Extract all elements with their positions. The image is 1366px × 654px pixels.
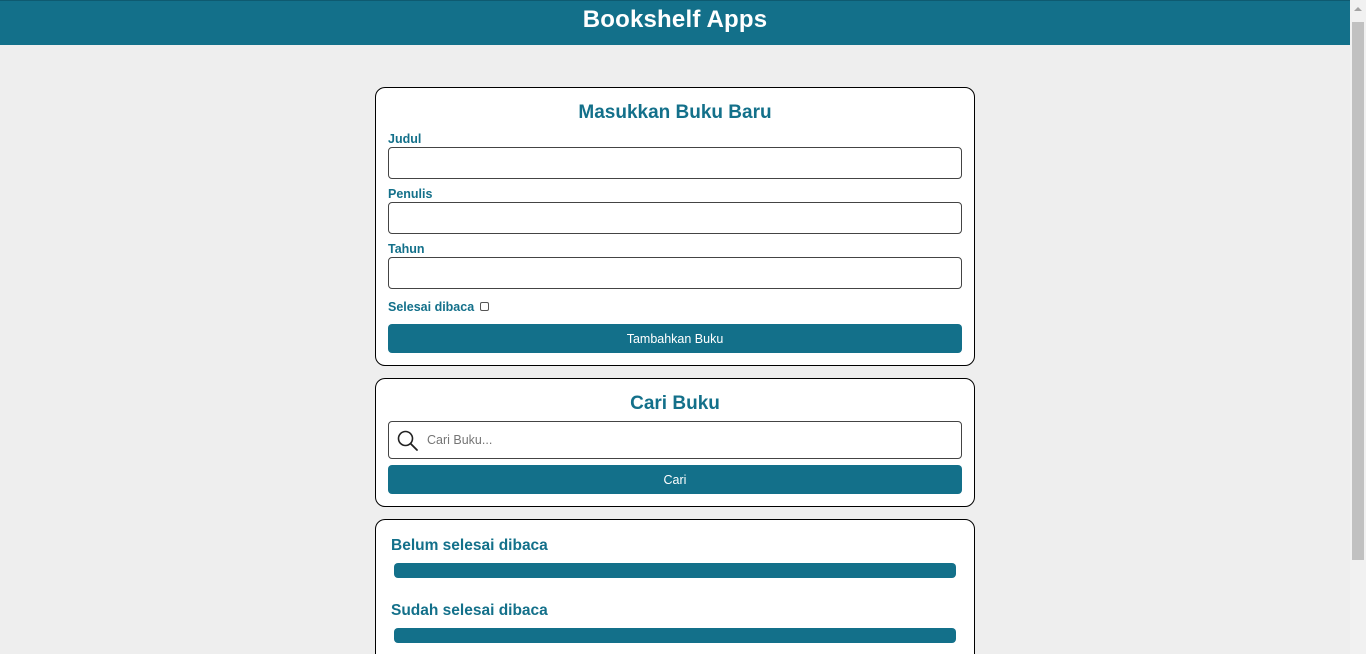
search-placeholder: Cari Buku... [427,433,493,447]
scrollbar-thumb[interactable] [1352,22,1364,560]
author-label: Penulis [388,187,433,201]
incomplete-shelf-title: Belum selesai dibaca [391,537,548,554]
incomplete-book-list [394,563,956,578]
year-input[interactable] [388,257,962,289]
complete-book-list [394,628,956,643]
title-label: Judul [388,132,422,146]
search-section-title: Cari Buku [630,393,720,414]
bookshelf-card: Belum selesai dibaca Sudah selesai dibac… [375,519,975,654]
vertical-scrollbar[interactable] [1350,0,1366,654]
search-input[interactable]: Cari Buku... [388,421,962,459]
input-book-card: Masukkan Buku Baru Judul Penulis Tahun S… [375,87,975,366]
search-icon [397,430,418,451]
search-book-card: Cari Buku Cari Buku... Cari [375,378,975,507]
year-label: Tahun [388,242,425,256]
search-button[interactable]: Cari [388,465,962,494]
add-book-button[interactable]: Tambahkan Buku [388,324,962,353]
complete-label: Selesai dibaca [388,300,475,314]
title-input[interactable] [388,147,962,179]
input-section-title: Masukkan Buku Baru [578,102,772,123]
complete-shelf-title: Sudah selesai dibaca [391,602,548,619]
scroll-up-arrow-icon[interactable] [1350,0,1366,17]
complete-checkbox[interactable] [480,302,489,311]
app-header: Bookshelf Apps [0,0,1350,45]
app-title: Bookshelf Apps [582,6,768,33]
author-input[interactable] [388,202,962,234]
